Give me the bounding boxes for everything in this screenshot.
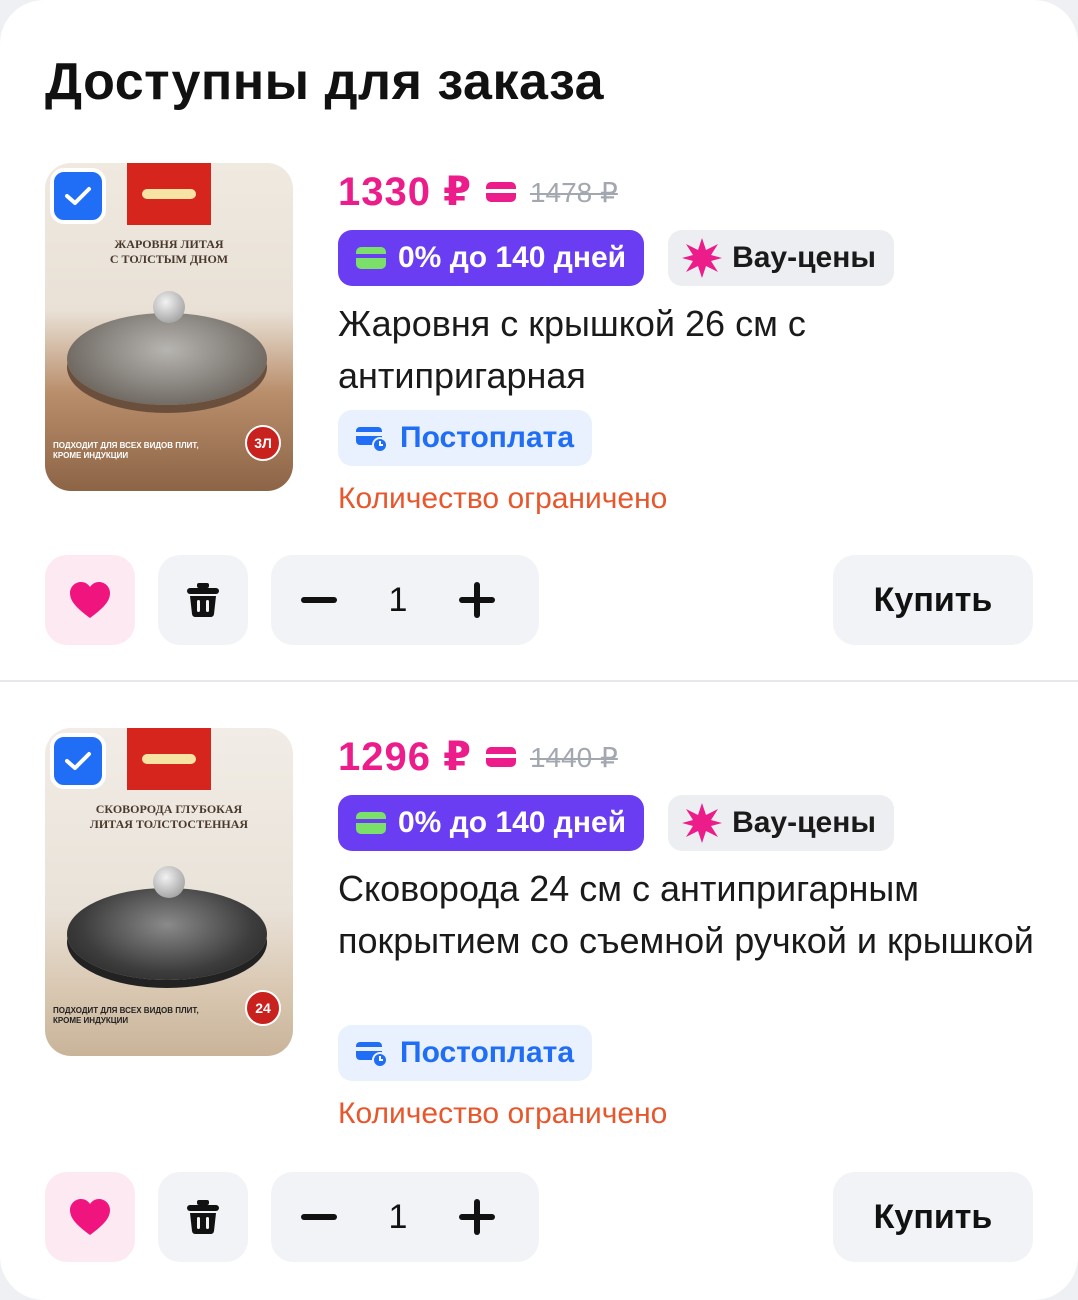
favorite-button[interactable] — [45, 1172, 135, 1262]
cart-item: ЖАРОВНЯ ЛИТАЯ С ТОЛСТЫМ ДНОМ ПОДХОДИТ ДЛ… — [0, 160, 1078, 680]
quantity-stepper: 1 — [271, 1172, 539, 1262]
old-price: 1478 ₽ — [529, 176, 618, 208]
buy-button[interactable]: Купить — [833, 555, 1033, 645]
image-note: ПОДХОДИТ ДЛЯ ВСЕХ ВИДОВ ПЛИТ, КРОМЕ ИНДУ… — [53, 441, 199, 460]
select-checkbox[interactable] — [50, 168, 106, 224]
heart-icon — [70, 582, 110, 618]
quantity-stepper: 1 — [271, 555, 539, 645]
current-price: 1330 ₽ — [338, 170, 472, 214]
product-name[interactable]: Сковорода 24 см с антипригарным покрытие… — [338, 863, 1038, 967]
plus-icon[interactable] — [457, 1197, 497, 1237]
trash-icon — [187, 1200, 219, 1234]
item-actions: 1 Купить — [0, 555, 1078, 645]
postpay-badge: Постоплата — [338, 1025, 593, 1081]
card-icon — [485, 182, 516, 202]
product-name[interactable]: Жаровня с крышкой 26 см с антипригарная — [338, 298, 898, 402]
size-badge: 3Л — [245, 425, 281, 461]
installment-tag[interactable]: 0% до 140 дней — [338, 795, 645, 851]
minus-icon[interactable] — [299, 1197, 339, 1237]
card-clock-icon — [356, 427, 388, 453]
lid-knob-illustration — [153, 291, 185, 323]
pan-illustration — [67, 888, 267, 980]
brand-logo — [127, 163, 211, 225]
current-price: 1296 ₽ — [338, 735, 472, 779]
price-row: 1296 ₽ 1440 ₽ — [338, 733, 618, 781]
card-icon — [356, 247, 386, 269]
card-icon — [485, 747, 516, 767]
cart-available-card: Доступны для заказа ЖАРОВНЯ ЛИТАЯ С ТОЛС… — [0, 0, 1078, 1300]
postpay-badge: Постоплата — [338, 410, 593, 466]
pan-illustration — [67, 313, 267, 405]
burst-icon — [682, 238, 723, 278]
delete-button[interactable] — [158, 1172, 248, 1262]
image-caption: ЖАРОВНЯ ЛИТАЯ С ТОЛСТЫМ ДНОМ — [109, 237, 229, 266]
old-price: 1440 ₽ — [529, 741, 618, 773]
item-actions: 1 Купить — [0, 1172, 1078, 1262]
brand-logo — [127, 728, 211, 790]
tags-row: 0% до 140 дней Вау-цены — [338, 230, 894, 286]
card-clock-icon — [356, 1042, 388, 1068]
delete-button[interactable] — [158, 555, 248, 645]
installment-tag[interactable]: 0% до 140 дней — [338, 230, 645, 286]
quantity-value: 1 — [388, 580, 408, 619]
size-badge: 24 — [245, 990, 281, 1026]
minus-icon[interactable] — [299, 580, 339, 620]
plus-icon[interactable] — [457, 580, 497, 620]
card-icon — [356, 812, 386, 834]
image-note: ПОДХОДИТ ДЛЯ ВСЕХ ВИДОВ ПЛИТ, КРОМЕ ИНДУ… — [53, 1006, 199, 1025]
promo-tag[interactable]: Вау-цены — [668, 230, 894, 286]
section-title: Доступны для заказа — [45, 53, 605, 111]
select-checkbox[interactable] — [50, 733, 106, 789]
burst-icon — [682, 803, 723, 843]
trash-icon — [187, 583, 219, 617]
divider — [0, 680, 1078, 682]
checkmark-icon — [65, 752, 91, 770]
image-caption: СКОВОРОДА ГЛУБОКАЯ ЛИТАЯ ТОЛСТОСТЕННАЯ — [89, 802, 249, 831]
cart-item: СКОВОРОДА ГЛУБОКАЯ ЛИТАЯ ТОЛСТОСТЕННАЯ П… — [0, 725, 1078, 1262]
lid-knob-illustration — [153, 866, 185, 898]
promo-tag[interactable]: Вау-цены — [668, 795, 894, 851]
favorite-button[interactable] — [45, 555, 135, 645]
stock-note: Количество ограничено — [338, 1097, 668, 1130]
price-row: 1330 ₽ 1478 ₽ — [338, 168, 618, 216]
buy-button[interactable]: Купить — [833, 1172, 1033, 1262]
stock-note: Количество ограничено — [338, 482, 668, 515]
quantity-value: 1 — [388, 1197, 408, 1236]
heart-icon — [70, 1199, 110, 1235]
checkmark-icon — [65, 187, 91, 205]
tags-row: 0% до 140 дней Вау-цены — [338, 795, 894, 851]
